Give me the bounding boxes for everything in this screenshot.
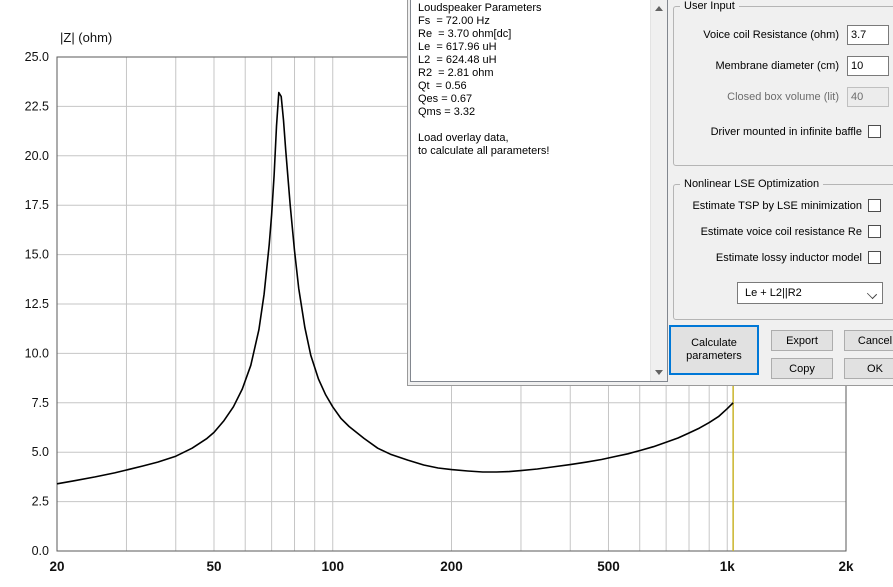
scroll-down-button[interactable] [651,364,667,381]
scroll-down-icon [655,370,663,375]
export-button[interactable]: Export [771,330,833,351]
x-tick-label: 500 [597,559,620,574]
x-tick-label: 50 [206,559,221,574]
voice-coil-resistance-row: Voice coil Resistance (ohm) [674,25,893,46]
parameters-textbox[interactable]: Loudspeaker Parameters Fs = 72.00 Hz Re … [410,0,668,382]
y-tick-label: 22.5 [25,99,49,113]
estimate-re-label: Estimate voice coil resistance Re [700,226,862,238]
y-tick-label: 5.0 [32,445,49,459]
x-tick-label: 20 [49,559,64,574]
x-tick-label: 1k [720,559,736,574]
closed-box-volume-label: Closed box volume (lit) [727,91,839,103]
estimate-tsp-checkbox[interactable] [868,199,881,212]
y-tick-label: 0.0 [32,544,49,558]
voice-coil-resistance-input[interactable] [847,25,889,45]
y-tick-label: 2.5 [32,495,49,509]
estimate-inductor-checkbox[interactable] [868,251,881,264]
voice-coil-resistance-label: Voice coil Resistance (ohm) [703,29,839,41]
x-tick-label: 100 [321,559,344,574]
estimate-inductor-label: Estimate lossy inductor model [715,252,862,264]
estimate-inductor-row: Estimate lossy inductor model [674,251,893,272]
y-tick-label: 7.5 [32,396,49,410]
membrane-diameter-input[interactable] [847,56,889,76]
ok-button[interactable]: OK [844,358,893,379]
estimate-re-checkbox[interactable] [868,225,881,238]
y-tick-label: 17.5 [25,198,49,212]
estimate-tsp-label: Estimate TSP by LSE minimization [692,200,862,212]
infinite-baffle-row: Driver mounted in infinite baffle [674,125,893,146]
infinite-baffle-label: Driver mounted in infinite baffle [710,126,862,138]
membrane-diameter-label: Membrane diameter (cm) [715,60,839,72]
y-tick-label: 15.0 [25,248,49,262]
loudspeaker-parameters-dialog: Loudspeaker Parameters Fs = 72.00 Hz Re … [407,0,893,386]
y-tick-label: 25.0 [25,50,49,64]
scroll-up-icon [655,6,663,11]
nonlinear-lse-group-title: Nonlinear LSE Optimization [680,178,824,190]
infinite-baffle-checkbox[interactable] [868,125,881,138]
parameters-text: Loudspeaker Parameters Fs = 72.00 Hz Re … [418,2,550,157]
y-tick-label: 12.5 [25,297,49,311]
x-tick-label: 200 [440,559,463,574]
inductor-model-select[interactable]: Le + L2||R2 [737,282,883,304]
nonlinear-lse-group: Nonlinear LSE Optimization Estimate TSP … [673,178,893,320]
y-tick-label: 20.0 [25,149,49,163]
calculate-parameters-button[interactable]: Calculate parameters [669,325,759,375]
cancel-button[interactable]: Cancel [844,330,893,351]
membrane-diameter-row: Membrane diameter (cm) [674,56,893,77]
user-input-group-title: User Input [680,0,739,12]
closed-box-volume-row: Closed box volume (lit) [674,87,893,108]
scrollbar[interactable] [650,0,667,381]
closed-box-volume-input [847,87,889,107]
inductor-model-value: Le + L2||R2 [745,287,802,299]
chart-title: |Z| (ohm) [60,30,113,45]
x-tick-label: 2k [838,559,854,574]
estimate-tsp-row: Estimate TSP by LSE minimization [674,199,893,220]
copy-button[interactable]: Copy [771,358,833,379]
y-tick-label: 10.0 [25,346,49,360]
user-input-group: User Input Voice coil Resistance (ohm) M… [673,0,893,166]
scroll-up-button[interactable] [651,0,667,17]
chevron-down-icon [866,288,878,300]
estimate-re-row: Estimate voice coil resistance Re [674,225,893,246]
